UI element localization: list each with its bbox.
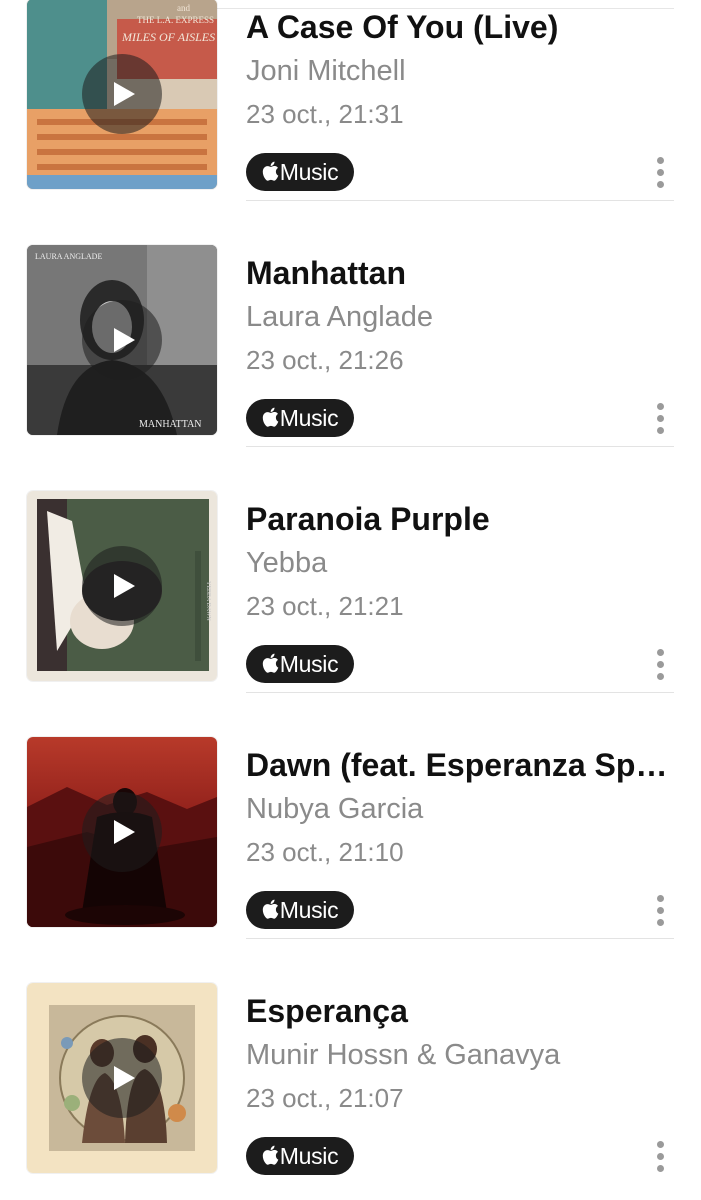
album-art[interactable]: YEBBA DAWN <box>27 491 217 681</box>
more-options-button[interactable] <box>646 398 674 438</box>
play-icon <box>114 574 135 598</box>
track-item[interactable]: Dawn (feat. Esperanza Spalding) Nubya Ga… <box>0 693 701 939</box>
more-options-button[interactable] <box>646 890 674 930</box>
track-timestamp: 23 oct., 21:26 <box>246 345 404 375</box>
cover-text: YEBBA DAWN <box>205 581 211 621</box>
apple-music-badge[interactable]: Music <box>246 645 354 683</box>
track-item[interactable]: YEBBA DAWN Paranoia Purple Yebba 23 oct.… <box>0 447 701 693</box>
album-art[interactable] <box>27 983 217 1173</box>
more-vertical-icon <box>656 402 664 410</box>
cover-text: MANHATTAN <box>139 419 202 430</box>
track-info: Paranoia Purple Yebba 23 oct., 21:21 <box>246 499 671 623</box>
cover-text: and <box>177 3 190 13</box>
apple-logo-icon <box>262 899 279 919</box>
more-vertical-icon <box>656 1140 664 1148</box>
badge-label: Music <box>279 896 339 923</box>
more-options-button[interactable] <box>646 152 674 192</box>
track-info: Esperança Munir Hossn & Ganavya 23 oct.,… <box>246 991 671 1115</box>
play-button[interactable] <box>82 300 162 380</box>
apple-music-badge[interactable]: Music <box>246 1137 354 1175</box>
apple-logo-icon <box>262 653 279 673</box>
track-title: Paranoia Purple <box>246 501 490 537</box>
apple-logo-icon <box>262 407 279 427</box>
track-artist: Nubya Garcia <box>246 793 424 825</box>
play-button[interactable] <box>82 54 162 134</box>
apple-logo-icon <box>262 161 279 181</box>
badge-label: Music <box>279 1142 339 1169</box>
play-button[interactable] <box>82 792 162 872</box>
track-history-list: and THE L.A. EXPRESS MILES OF AISLES A C… <box>0 0 701 1185</box>
track-item[interactable]: and THE L.A. EXPRESS MILES OF AISLES A C… <box>0 0 701 201</box>
track-artist: Yebba <box>246 547 328 579</box>
play-button[interactable] <box>82 1038 162 1118</box>
apple-music-badge[interactable]: Music <box>246 153 354 191</box>
track-artist: Joni Mitchell <box>246 55 406 87</box>
play-icon <box>114 820 135 844</box>
track-info: Dawn (feat. Esperanza Spalding) Nubya Ga… <box>246 745 671 869</box>
album-art[interactable] <box>27 737 217 927</box>
cover-text: THE L.A. EXPRESS <box>137 15 214 25</box>
track-timestamp: 23 oct., 21:07 <box>246 1083 404 1113</box>
track-title: Manhattan <box>246 255 406 291</box>
track-artist: Munir Hossn & Ganavya <box>246 1039 561 1071</box>
album-art[interactable]: LAURA ANGLADE MANHATTAN <box>27 245 217 435</box>
badge-label: Music <box>279 158 339 185</box>
badge-label: Music <box>279 404 339 431</box>
badge-label: Music <box>279 650 339 677</box>
track-timestamp: 23 oct., 21:10 <box>246 837 404 867</box>
play-icon <box>114 328 135 352</box>
more-options-button[interactable] <box>646 1136 674 1176</box>
more-vertical-icon <box>656 156 664 164</box>
track-artist: Laura Anglade <box>246 301 434 333</box>
play-icon <box>114 1066 135 1090</box>
play-button[interactable] <box>82 546 162 626</box>
more-vertical-icon <box>656 648 664 656</box>
apple-logo-icon <box>262 1145 279 1165</box>
track-timestamp: 23 oct., 21:21 <box>246 591 404 621</box>
apple-music-badge[interactable]: Music <box>246 891 354 929</box>
track-title: Dawn (feat. Esperanza Spalding) <box>246 747 671 783</box>
album-art[interactable]: and THE L.A. EXPRESS MILES OF AISLES <box>27 0 217 189</box>
track-item[interactable]: LAURA ANGLADE MANHATTAN Manhattan Laura … <box>0 201 701 447</box>
more-options-button[interactable] <box>646 644 674 684</box>
track-info: Manhattan Laura Anglade 23 oct., 21:26 <box>246 253 671 377</box>
track-item[interactable]: Esperança Munir Hossn & Ganavya 23 oct.,… <box>0 939 701 1185</box>
more-vertical-icon <box>656 894 664 902</box>
track-info: A Case Of You (Live) Joni Mitchell 23 oc… <box>246 7 671 131</box>
track-timestamp: 23 oct., 21:31 <box>246 99 404 129</box>
cover-text: MILES OF AISLES <box>121 30 215 44</box>
cover-text: LAURA ANGLADE <box>35 252 102 261</box>
apple-music-badge[interactable]: Music <box>246 399 354 437</box>
track-title: A Case Of You (Live) <box>246 9 559 45</box>
play-icon <box>114 82 135 106</box>
track-title: Esperança <box>246 993 408 1029</box>
